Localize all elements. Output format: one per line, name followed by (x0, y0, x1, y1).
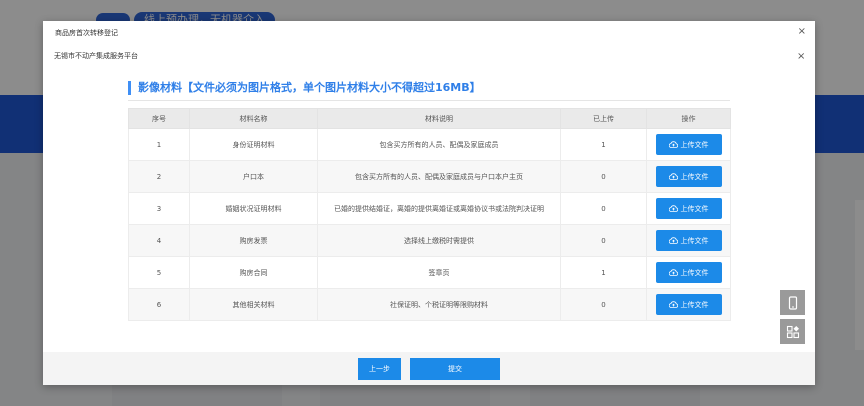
upload-button-label: 上传文件 (680, 268, 709, 277)
table-row: 4 购房发票 选择线上缴税时需提供 0 上传文件 (128, 224, 731, 257)
row-action: 上传文件 (646, 224, 731, 257)
row-uploaded: 1 (560, 256, 647, 289)
submit-button[interactable]: 提交 (410, 358, 500, 380)
header-desc: 材料说明 (317, 108, 561, 129)
header-action: 操作 (646, 108, 731, 129)
outer-dialog-title: 商品房首次转移登记 (55, 29, 118, 37)
upload-button[interactable]: 上传文件 (655, 294, 722, 315)
inner-dialog-close-icon[interactable]: × (797, 52, 805, 62)
cloud-upload-icon (668, 205, 678, 212)
row-name: 婚姻状况证明材料 (189, 192, 318, 225)
row-name: 购房发票 (189, 224, 318, 257)
table-row: 3 婚姻状况证明材料 已婚的提供结婚证，离婚的提供离婚证或离婚协议书或法院判决证… (128, 192, 731, 225)
row-uploaded: 1 (560, 128, 647, 161)
row-index: 6 (128, 288, 190, 321)
row-desc: 已婚的提供结婚证，离婚的提供离婚证或离婚协议书或法院判决证明 (317, 192, 561, 225)
upload-button[interactable]: 上传文件 (655, 230, 722, 251)
cloud-upload-icon (668, 269, 678, 276)
cloud-upload-icon (668, 141, 678, 148)
row-index: 2 (128, 160, 190, 193)
row-action: 上传文件 (646, 288, 731, 321)
header-name: 材料名称 (189, 108, 318, 129)
row-action: 上传文件 (646, 128, 731, 161)
row-action: 上传文件 (646, 192, 731, 225)
upload-button-label: 上传文件 (680, 140, 709, 149)
row-desc: 选择线上缴税时需提供 (317, 224, 561, 257)
upload-button[interactable]: 上传文件 (655, 262, 722, 283)
header-index: 序号 (128, 108, 190, 129)
upload-button-label: 上传文件 (680, 204, 709, 213)
cloud-upload-icon (668, 301, 678, 308)
row-index: 3 (128, 192, 190, 225)
outer-dialog-close-icon[interactable]: × (798, 27, 806, 37)
cloud-upload-icon (668, 237, 678, 244)
row-name: 购房合同 (189, 256, 318, 289)
upload-button[interactable]: 上传文件 (655, 134, 722, 155)
upload-button-label: 上传文件 (680, 236, 709, 245)
row-desc: 社保证明、个税证明等限购材料 (317, 288, 561, 321)
row-name: 身份证明材料 (189, 128, 318, 161)
section-divider (128, 100, 730, 101)
upload-button[interactable]: 上传文件 (655, 166, 722, 187)
app-grid-icon (786, 325, 799, 338)
row-action: 上传文件 (646, 160, 731, 193)
table-row: 6 其他相关材料 社保证明、个税证明等限购材料 0 上传文件 (128, 288, 731, 321)
header-uploaded: 已上传 (560, 108, 647, 129)
table-header-row: 序号 材料名称 材料说明 已上传 操作 (128, 108, 731, 129)
row-index: 5 (128, 256, 190, 289)
inner-dialog-title: 无锡市不动产集成服务平台 (54, 52, 138, 60)
row-index: 1 (128, 128, 190, 161)
upload-button-label: 上传文件 (680, 300, 709, 309)
row-uploaded: 0 (560, 160, 647, 193)
materials-table: 序号 材料名称 材料说明 已上传 操作 1 身份证明材料 包含买方所有的人员、配… (128, 108, 731, 321)
upload-button-label: 上传文件 (680, 172, 709, 181)
table-row: 5 购房合同 签章页 1 上传文件 (128, 256, 731, 289)
row-name: 户口本 (189, 160, 318, 193)
mobile-phone-icon (788, 295, 797, 310)
section-title: 影像材料【文件必须为图片格式，单个图片材料大小不得超过16MB】 (128, 81, 481, 95)
row-action: 上传文件 (646, 256, 731, 289)
mobile-tool-button[interactable] (780, 290, 805, 315)
row-uploaded: 0 (560, 288, 647, 321)
cloud-upload-icon (668, 173, 678, 180)
table-row: 1 身份证明材料 包含买方所有的人员、配偶及家庭成员 1 上传文件 (128, 128, 731, 161)
row-desc: 包含买方所有的人员、配偶及家庭成员 (317, 128, 561, 161)
row-desc: 签章页 (317, 256, 561, 289)
table-row: 2 户口本 包含买方所有的人员、配偶及家庭成员与户口本户主页 0 上传文件 (128, 160, 731, 193)
row-name: 其他相关材料 (189, 288, 318, 321)
previous-step-button[interactable]: 上一步 (358, 358, 401, 380)
row-uploaded: 0 (560, 224, 647, 257)
upload-button[interactable]: 上传文件 (655, 198, 722, 219)
row-uploaded: 0 (560, 192, 647, 225)
row-desc: 包含买方所有的人员、配偶及家庭成员与户口本户主页 (317, 160, 561, 193)
row-index: 4 (128, 224, 190, 257)
apps-tool-button[interactable] (780, 319, 805, 344)
